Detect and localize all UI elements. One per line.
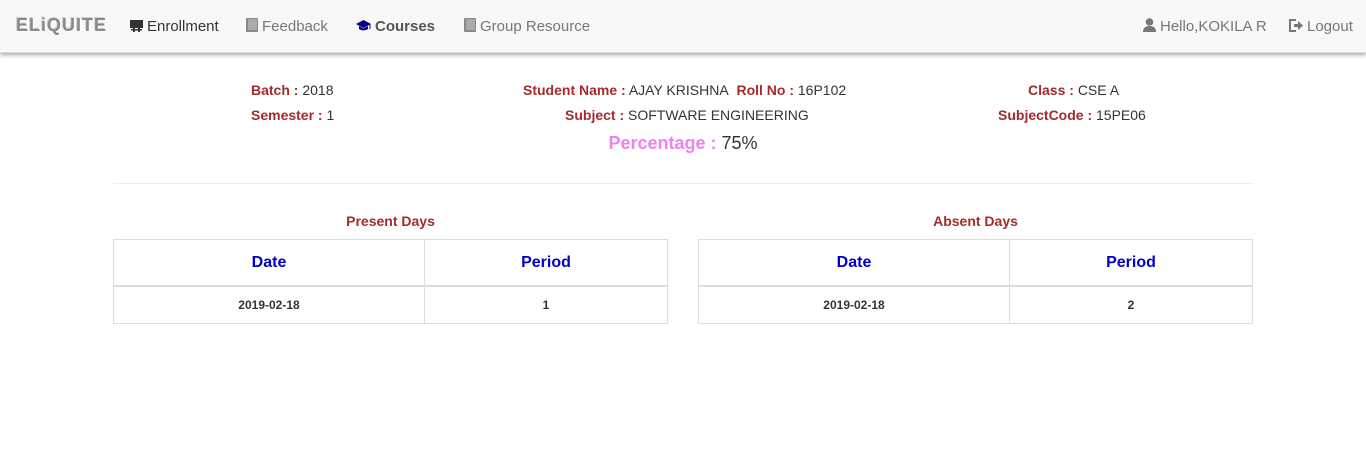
table-header-row: Date Period — [698, 239, 1253, 287]
batch-value: 2018 — [302, 82, 334, 98]
date-column-header: Date — [113, 239, 425, 287]
period-column-header: Period — [424, 239, 668, 287]
logout-link[interactable]: Logout — [1289, 18, 1353, 36]
class-value: CSE A — [1077, 82, 1120, 98]
user-greeting[interactable]: Hello,KOKILA R — [1143, 18, 1267, 36]
percentage-value: 75% — [721, 133, 758, 153]
user-icon — [1143, 18, 1156, 36]
student-field: Student Name : AJAY KRISHNA Roll No : 16… — [523, 82, 846, 98]
date-cell: 2019-02-18 — [113, 285, 425, 324]
table-row: 2019-02-18 2 — [698, 285, 1253, 324]
present-days-title: Present Days — [346, 213, 435, 229]
subject-code-field: SubjectCode : 15PE06 — [998, 107, 1146, 123]
subject-label: Subject : — [565, 107, 625, 123]
nav-courses-label: Courses — [375, 18, 436, 35]
semester-value: 1 — [326, 107, 335, 123]
nav-feedback[interactable]: Feedback — [246, 18, 328, 36]
user-greeting-label: Hello,KOKILA R — [1160, 18, 1267, 35]
nav-enrollment-label: Enrollment — [147, 18, 219, 35]
logout-label: Logout — [1307, 18, 1353, 35]
present-days-table: Date Period 2019-02-18 1 — [113, 239, 668, 324]
semester-label: Semester : — [251, 107, 323, 123]
table-row: 2019-02-18 1 — [113, 285, 668, 324]
roll-no-label: Roll No : — [736, 82, 794, 98]
batch-field: Batch : 2018 — [251, 82, 334, 98]
student-name-label: Student Name : — [523, 82, 626, 98]
absent-days-table: Date Period 2019-02-18 2 — [698, 239, 1253, 324]
date-cell: 2019-02-18 — [698, 285, 1010, 324]
brand-logo[interactable]: ELiQUITE — [16, 15, 107, 36]
semester-field: Semester : 1 — [251, 107, 334, 123]
subject-field: Subject : SOFTWARE ENGINEERING — [565, 107, 809, 123]
subject-value: SOFTWARE ENGINEERING — [628, 107, 809, 123]
blackboard-icon — [130, 19, 143, 36]
period-column-header: Period — [1009, 239, 1253, 287]
divider — [113, 183, 1253, 184]
absent-days-title: Absent Days — [933, 213, 1018, 229]
book-icon — [464, 18, 476, 36]
class-label: Class : — [1028, 82, 1074, 98]
percentage-label: Percentage : — [608, 133, 717, 153]
period-cell: 2 — [1009, 285, 1253, 324]
date-column-header: Date — [698, 239, 1010, 287]
nav-group-resource-label: Group Resource — [480, 18, 591, 35]
top-navbar: ELiQUITE Enrollment Feedback Courses Gro… — [0, 0, 1366, 53]
period-cell: 1 — [424, 285, 668, 324]
subject-code-value: 15PE06 — [1096, 107, 1146, 123]
percentage-field: Percentage : 75% — [0, 133, 1366, 154]
student-name-value: AJAY KRISHNA — [628, 82, 729, 98]
nav-group-resource[interactable]: Group Resource — [464, 18, 590, 36]
batch-label: Batch : — [251, 82, 299, 98]
table-header-row: Date Period — [113, 239, 668, 287]
roll-no-value: 16P102 — [797, 82, 847, 98]
logout-icon — [1289, 19, 1303, 36]
nav-enrollment[interactable]: Enrollment — [130, 18, 219, 36]
subject-code-label: SubjectCode : — [998, 107, 1093, 123]
nav-feedback-label: Feedback — [262, 18, 328, 35]
class-field: Class : CSE A — [1028, 82, 1119, 98]
nav-courses[interactable]: Courses — [356, 18, 435, 36]
book-icon — [246, 18, 258, 36]
graduation-cap-icon — [356, 19, 371, 36]
